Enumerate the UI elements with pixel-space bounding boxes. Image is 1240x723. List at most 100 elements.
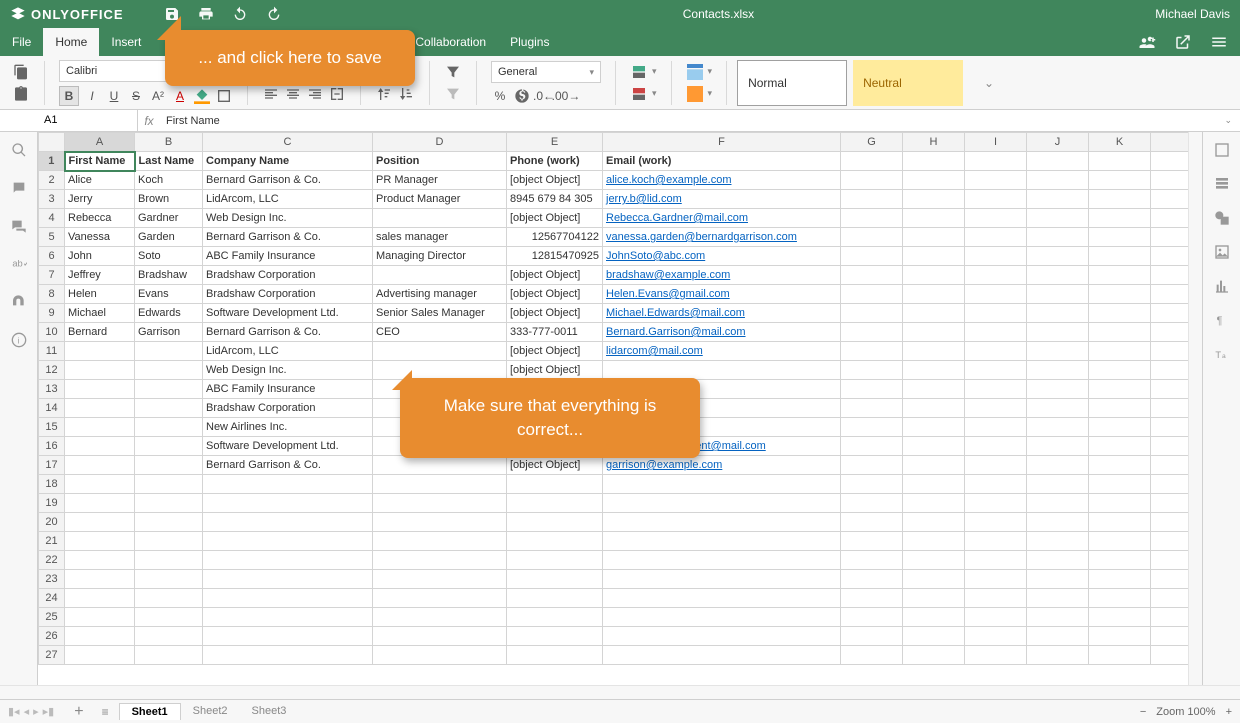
cell[interactable] (903, 171, 965, 190)
row-header[interactable]: 25 (39, 608, 65, 627)
row-header[interactable]: 3 (39, 190, 65, 209)
cell[interactable] (65, 475, 135, 494)
cell[interactable] (903, 456, 965, 475)
cell[interactable] (841, 380, 903, 399)
row-header[interactable]: 16 (39, 437, 65, 456)
print-icon[interactable] (198, 6, 214, 22)
cell[interactable] (1089, 209, 1151, 228)
cell[interactable]: Bernard Garrison & Co. (203, 323, 373, 342)
cell[interactable] (65, 361, 135, 380)
cell[interactable] (1089, 342, 1151, 361)
cell[interactable] (841, 285, 903, 304)
cell[interactable] (903, 494, 965, 513)
cell[interactable]: Bradshaw Corporation (203, 399, 373, 418)
cell[interactable] (1027, 266, 1089, 285)
cell[interactable]: ABC Family Insurance (203, 380, 373, 399)
sheet-list-button[interactable]: ≡ (96, 705, 115, 719)
cell[interactable] (603, 551, 841, 570)
row-header[interactable]: 5 (39, 228, 65, 247)
cell[interactable]: John (65, 247, 135, 266)
cell[interactable]: Software Development Ltd. (203, 437, 373, 456)
cell[interactable]: Managing Director (373, 247, 507, 266)
col-header-G[interactable]: G (841, 133, 903, 152)
cell[interactable]: [object Object] (507, 285, 603, 304)
zoom-out-button[interactable]: − (1140, 706, 1146, 718)
row-header[interactable]: 20 (39, 513, 65, 532)
cell[interactable] (603, 570, 841, 589)
row-header[interactable]: 6 (39, 247, 65, 266)
cell[interactable] (65, 342, 135, 361)
cell[interactable] (65, 494, 135, 513)
table-template-icon[interactable] (686, 63, 704, 81)
cell[interactable] (1027, 171, 1089, 190)
sort-desc-icon[interactable] (397, 85, 415, 103)
cell[interactable] (903, 437, 965, 456)
cell[interactable] (507, 608, 603, 627)
row-header[interactable]: 27 (39, 646, 65, 665)
cell[interactable]: Bernard.Garrison@mail.com (603, 323, 841, 342)
cell[interactable] (65, 513, 135, 532)
cell[interactable]: Software Development Ltd. (203, 304, 373, 323)
cell[interactable] (1027, 608, 1089, 627)
col-header-B[interactable]: B (135, 133, 203, 152)
cell[interactable] (841, 342, 903, 361)
cell[interactable] (1027, 570, 1089, 589)
cell[interactable] (373, 608, 507, 627)
cell[interactable]: alice.koch@example.com (603, 171, 841, 190)
cell[interactable]: Bernard Garrison & Co. (203, 171, 373, 190)
cell[interactable] (373, 570, 507, 589)
fill-color-button[interactable] (193, 87, 211, 105)
cell[interactable] (135, 380, 203, 399)
vertical-scrollbar[interactable] (1188, 132, 1202, 685)
cell[interactable]: [object Object] (507, 304, 603, 323)
cell[interactable] (373, 532, 507, 551)
cell[interactable] (965, 323, 1027, 342)
open-location-icon[interactable] (1174, 33, 1192, 51)
row-header[interactable]: 2 (39, 171, 65, 190)
superscript-button[interactable]: A² (149, 87, 167, 105)
cell[interactable] (135, 513, 203, 532)
cell[interactable] (1089, 551, 1151, 570)
cell[interactable] (135, 342, 203, 361)
font-color-button[interactable]: A (171, 87, 189, 105)
add-sheet-button[interactable]: + (66, 703, 91, 721)
cell[interactable]: [object Object] (507, 171, 603, 190)
cell[interactable]: Bernard Garrison & Co. (203, 228, 373, 247)
cell[interactable]: Web Design Inc. (203, 209, 373, 228)
row-header[interactable]: 8 (39, 285, 65, 304)
cell[interactable] (373, 342, 507, 361)
cell[interactable] (135, 570, 203, 589)
cell[interactable] (841, 646, 903, 665)
cell[interactable] (841, 418, 903, 437)
cell[interactable] (841, 247, 903, 266)
cell[interactable] (965, 209, 1027, 228)
cell[interactable] (135, 456, 203, 475)
cell[interactable] (507, 627, 603, 646)
cell[interactable] (965, 190, 1027, 209)
cell[interactable] (1027, 190, 1089, 209)
number-format-select[interactable]: General▾ (491, 61, 601, 83)
cell[interactable] (965, 152, 1027, 171)
cell[interactable]: Soto (135, 247, 203, 266)
cell[interactable] (603, 361, 841, 380)
cell[interactable]: First Name (65, 152, 135, 171)
cell[interactable] (135, 361, 203, 380)
cell[interactable] (841, 589, 903, 608)
cell[interactable] (903, 608, 965, 627)
cell[interactable] (903, 380, 965, 399)
cell[interactable]: Jerry (65, 190, 135, 209)
cell[interactable] (1089, 418, 1151, 437)
cell[interactable] (1027, 627, 1089, 646)
cell[interactable] (135, 399, 203, 418)
styles-expand-icon[interactable]: ⌄ (984, 76, 994, 90)
cell[interactable] (203, 551, 373, 570)
cell[interactable] (841, 266, 903, 285)
cell[interactable]: JohnSoto@abc.com (603, 247, 841, 266)
cell[interactable] (841, 228, 903, 247)
row-header[interactable]: 21 (39, 532, 65, 551)
cell[interactable] (603, 475, 841, 494)
row-header[interactable]: 26 (39, 627, 65, 646)
cell[interactable] (1027, 380, 1089, 399)
cell[interactable] (65, 551, 135, 570)
cell[interactable]: Company Name (203, 152, 373, 171)
